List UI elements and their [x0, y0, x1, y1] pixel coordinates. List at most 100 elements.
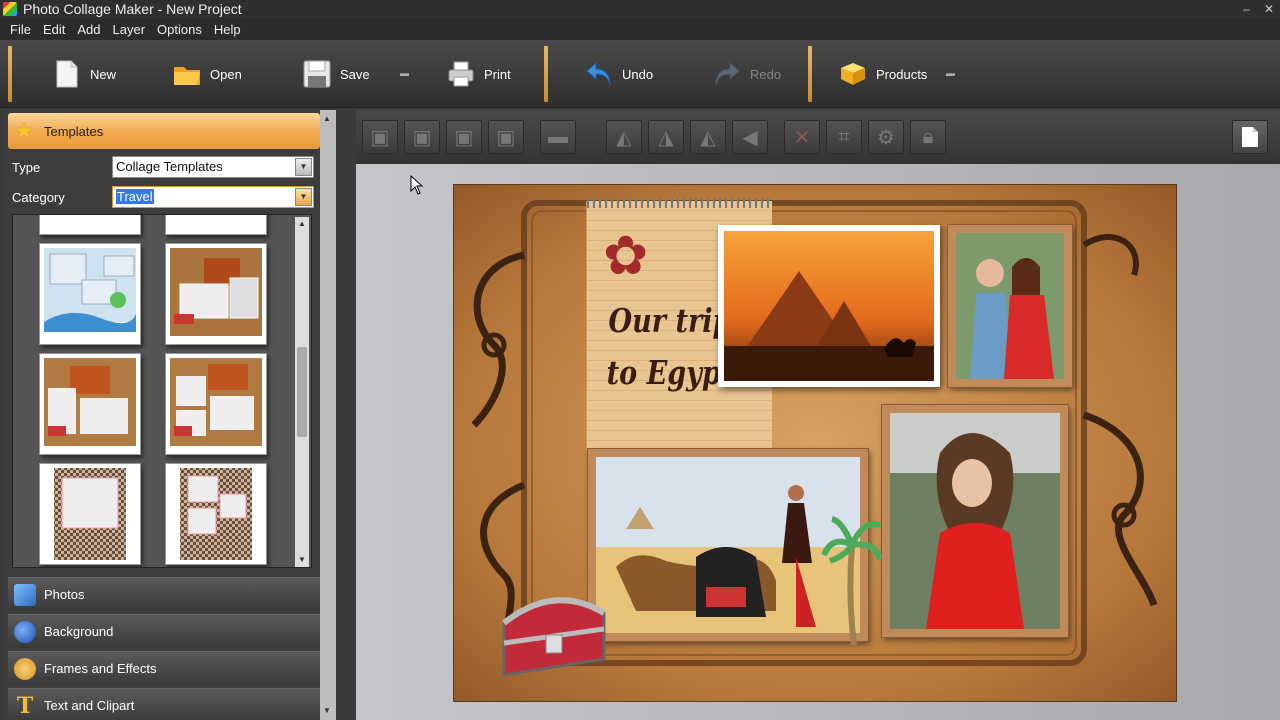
- flip-horizontal-button[interactable]: ◭: [690, 120, 726, 154]
- crop-button[interactable]: ⌗: [826, 120, 862, 154]
- accordion-photos-label: Photos: [44, 587, 85, 602]
- photo-couple[interactable]: [947, 224, 1073, 388]
- templates-header[interactable]: ★ Templates: [8, 113, 320, 149]
- floppy-disk-icon: [303, 60, 331, 88]
- save-button[interactable]: Save: [302, 50, 370, 98]
- spiral-binding: [587, 198, 773, 208]
- menu-options[interactable]: Options: [151, 22, 208, 37]
- mouse-cursor-icon: [410, 175, 424, 195]
- scroll-down-arrow[interactable]: ▼: [323, 706, 331, 715]
- rotate-right-button[interactable]: ◮: [648, 120, 684, 154]
- page-icon: [1242, 127, 1258, 147]
- type-select[interactable]: Collage Templates ▼: [112, 156, 314, 178]
- align-button[interactable]: ▬: [540, 120, 576, 154]
- category-label: Category: [12, 190, 65, 205]
- accordion-photos[interactable]: Photos: [8, 577, 320, 611]
- template-thumbnail[interactable]: [39, 243, 141, 345]
- template-thumbnail[interactable]: [165, 353, 267, 455]
- rotate-left-icon: ◭: [616, 126, 632, 149]
- template-thumbnail[interactable]: [165, 463, 267, 565]
- app-icon: [3, 2, 17, 16]
- bring-to-front-button[interactable]: ▣: [362, 120, 398, 154]
- flip-vertical-button[interactable]: ◀: [732, 120, 768, 154]
- menu-help[interactable]: Help: [208, 22, 247, 37]
- category-select[interactable]: Travel ▼: [112, 186, 314, 208]
- palette-icon: [14, 657, 36, 680]
- palm-tree-clipart[interactable]: [822, 515, 882, 645]
- camel-image: [596, 457, 860, 633]
- photo-woman[interactable]: [881, 404, 1069, 638]
- flip-vertical-icon: ◀: [742, 126, 758, 149]
- crop-icon: ⌗: [838, 125, 850, 148]
- menu-file[interactable]: File: [4, 22, 37, 37]
- redo-label: Redo: [750, 66, 782, 82]
- minimize-button[interactable]: –: [1243, 2, 1250, 16]
- edit-toolbar: ▣ ▣ ▣ ▣ ▬ ◭ ◮ ◭ ◀ ✕ ⌗ ⚙ 🔒︎: [356, 110, 1280, 164]
- accordion-frames-effects-label: Frames and Effects: [44, 661, 157, 676]
- new-button[interactable]: New: [52, 50, 116, 98]
- rotate-left-button[interactable]: ◭: [606, 120, 642, 154]
- menu-edit[interactable]: Edit: [37, 22, 71, 37]
- new-label: New: [90, 66, 117, 82]
- thumbnail-scrollbar[interactable]: ▲ ▼: [295, 217, 309, 567]
- delete-icon: ✕: [793, 126, 811, 149]
- chevron-down-icon[interactable]: ▼: [295, 188, 312, 206]
- box-icon: [841, 63, 865, 85]
- template-preview: [44, 248, 136, 332]
- chevron-down-icon[interactable]: ▼: [295, 158, 312, 176]
- menu-layer[interactable]: Layer: [107, 22, 152, 37]
- template-thumbnail[interactable]: [165, 215, 267, 235]
- undo-label: Undo: [622, 66, 654, 82]
- close-button[interactable]: ✕: [1264, 2, 1274, 16]
- redo-icon: [715, 61, 740, 86]
- new-document-icon: [56, 60, 78, 88]
- open-button[interactable]: Open: [172, 50, 242, 98]
- scroll-up-arrow[interactable]: ▲: [323, 114, 331, 123]
- bring-forward-button[interactable]: ▣: [404, 120, 440, 154]
- send-to-back-icon: ▣: [496, 126, 516, 149]
- flip-horizontal-icon: ◭: [700, 126, 716, 149]
- left-panel: ★ Templates Type Collage Templates ▼ Cat…: [4, 110, 320, 720]
- redo-button[interactable]: Redo: [712, 50, 781, 98]
- settings-icon: ⚙: [877, 126, 895, 149]
- page-settings-button[interactable]: [1232, 120, 1268, 154]
- save-dropdown-arrow[interactable]: ▬: [400, 68, 409, 78]
- lock-button[interactable]: 🔒︎: [910, 120, 946, 154]
- lock-icon: 🔒︎: [922, 125, 934, 148]
- collage-page[interactable]: ✿ Our trip to Egypt: [453, 184, 1177, 702]
- products-label: Products: [876, 66, 928, 82]
- accordion-frames-effects[interactable]: Frames and Effects: [8, 651, 320, 685]
- scroll-up-arrow[interactable]: ▲: [295, 217, 309, 231]
- template-thumbnail[interactable]: [165, 243, 267, 345]
- window-title: Photo Collage Maker - New Project: [23, 1, 242, 17]
- template-thumbnail[interactable]: [39, 353, 141, 455]
- products-button[interactable]: Products: [838, 50, 927, 98]
- open-label: Open: [210, 66, 242, 82]
- flower-icon: ✿: [603, 226, 649, 286]
- bring-to-front-icon: ▣: [370, 126, 390, 149]
- accordion-background-label: Background: [44, 624, 114, 639]
- delete-button[interactable]: ✕: [784, 120, 820, 154]
- woman-image: [890, 413, 1060, 629]
- accordion-text-clipart[interactable]: T Text and Clipart: [8, 688, 320, 720]
- menu-add[interactable]: Add: [71, 22, 106, 37]
- template-preview: [54, 468, 126, 560]
- template-preview: [44, 358, 136, 446]
- settings-button[interactable]: ⚙: [868, 120, 904, 154]
- send-to-back-button[interactable]: ▣: [488, 120, 524, 154]
- treasure-chest-clipart[interactable]: [494, 583, 622, 679]
- template-thumbnail[interactable]: [39, 463, 141, 565]
- undo-button[interactable]: Undo: [584, 50, 653, 98]
- undo-icon: [586, 61, 611, 86]
- category-select-value: Travel: [116, 189, 154, 204]
- scroll-down-arrow[interactable]: ▼: [295, 553, 309, 567]
- photo-pyramids[interactable]: [718, 225, 940, 387]
- products-dropdown-arrow[interactable]: ▬: [946, 68, 955, 78]
- accordion-background[interactable]: Background: [8, 614, 320, 648]
- printer-icon: [448, 61, 474, 87]
- print-button[interactable]: Print: [446, 50, 511, 98]
- template-thumbnail[interactable]: [39, 215, 141, 235]
- scroll-thumb[interactable]: [297, 347, 307, 437]
- send-backward-button[interactable]: ▣: [446, 120, 482, 154]
- panel-splitter-scrollbar[interactable]: ▲ ▼: [320, 110, 336, 720]
